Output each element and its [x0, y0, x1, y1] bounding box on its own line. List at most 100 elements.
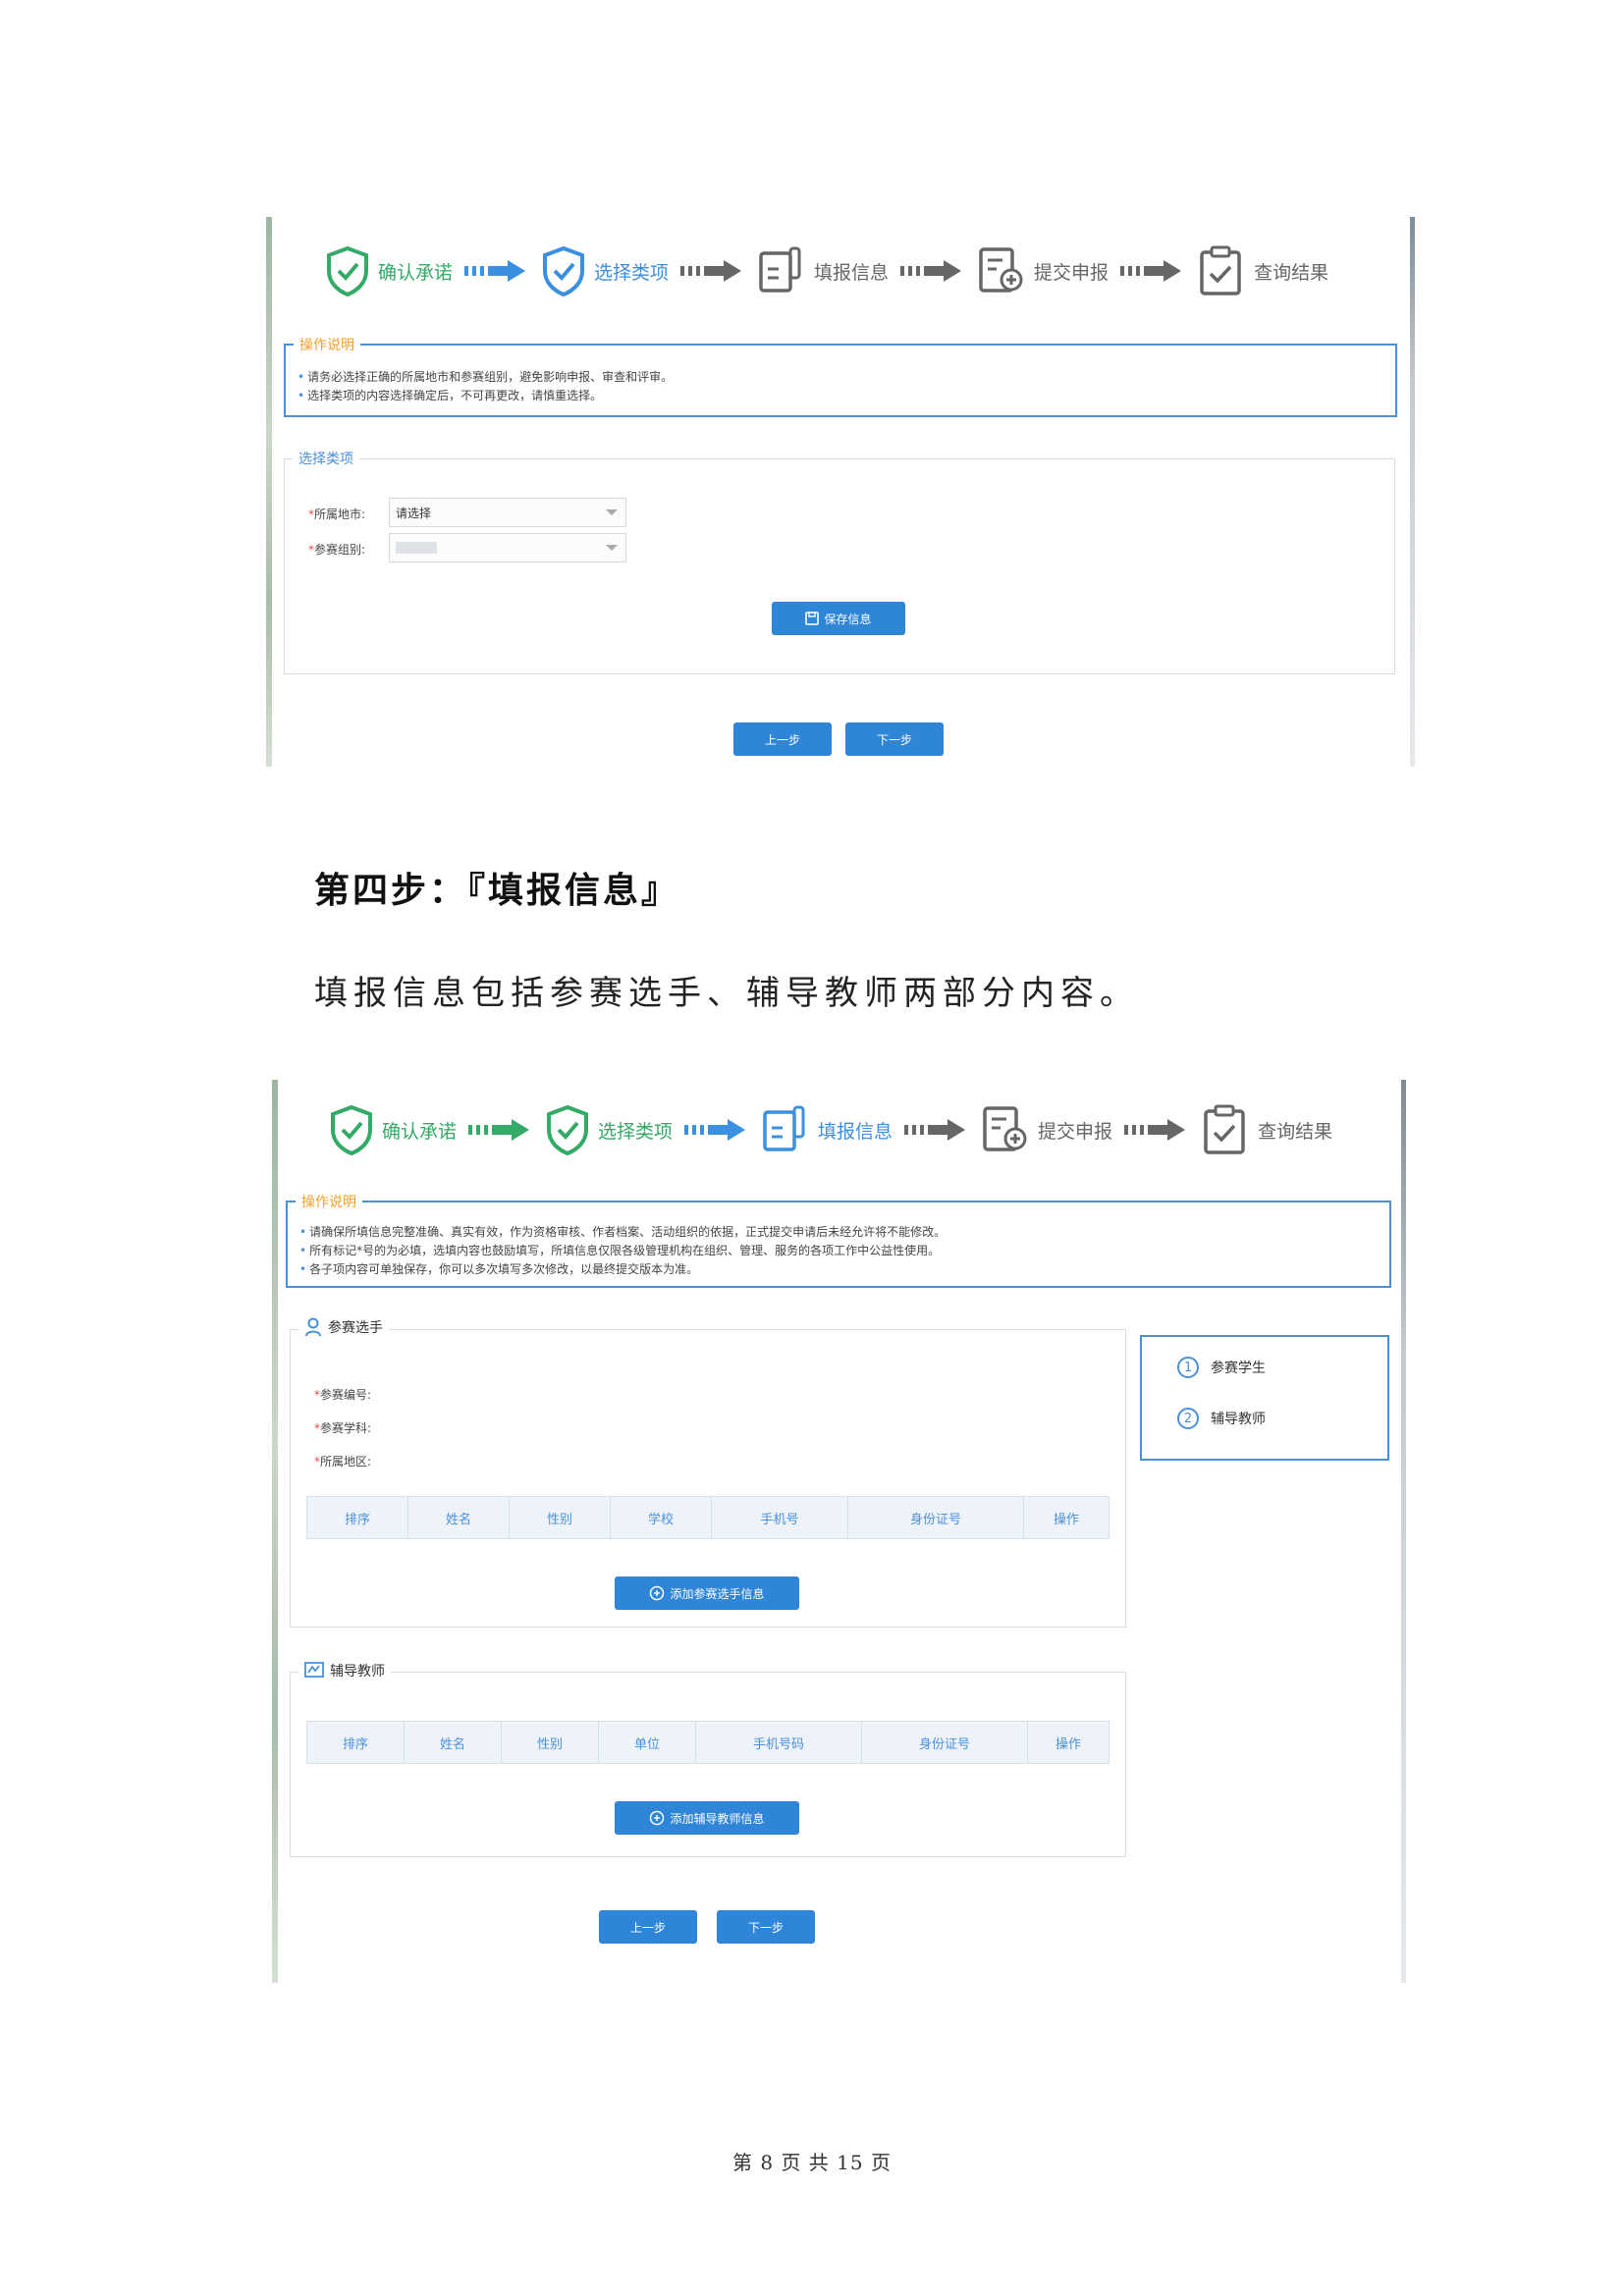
- step-number: 1: [1177, 1357, 1199, 1378]
- dashed-arrow-icon: [904, 1119, 966, 1141]
- column-header: 操作: [1023, 1496, 1110, 1539]
- select-category-section: 选择类项 *所属地市: 请选择 *参赛组别: 保存信息: [284, 449, 1395, 674]
- side-nav: 1 参赛学生 2 辅导教师: [1140, 1335, 1389, 1461]
- table-header-row: 排序 姓名 性别 学校 手机号 身份证号 操作: [306, 1496, 1110, 1539]
- screenshot-edge: [266, 217, 272, 767]
- step-submit: 提交申报: [981, 1104, 1112, 1155]
- add-teacher-button[interactable]: 添加辅导教师信息: [615, 1801, 799, 1835]
- document-add-icon: [979, 247, 1023, 293]
- column-header: 单位: [598, 1721, 696, 1764]
- contestant-table: 排序 姓名 性别 学校 手机号 身份证号 操作: [306, 1496, 1110, 1539]
- step-label: 提交申报: [1034, 261, 1110, 284]
- plus-circle-icon: [650, 1585, 665, 1601]
- prev-button[interactable]: 上一步: [733, 722, 832, 756]
- step-result: 查询结果: [1197, 244, 1328, 297]
- step-label: 确认承诺: [378, 261, 454, 284]
- teacher-table: 排序 姓名 性别 单位 手机号码 身份证号 操作: [306, 1721, 1110, 1764]
- column-header: 性别: [509, 1496, 611, 1539]
- page-footer: 第 8 页 共 15 页: [732, 2151, 892, 2174]
- instruction-item: • 所有标记*号的为必填，选填内容也鼓励填写，所填信息仅限各级管理机构在组织、管理…: [299, 1244, 941, 1257]
- teacher-title: 辅导教师: [304, 1661, 385, 1681]
- instructions-title: 操作说明: [301, 1195, 356, 1210]
- column-header: 身份证号: [861, 1721, 1028, 1764]
- progress-steps: 确认承诺 选择类项 填报信息 提交申报 查询结果: [329, 1103, 1406, 1156]
- step-select: 选择类项: [545, 1104, 673, 1155]
- group-label: *参赛组别:: [308, 543, 366, 557]
- column-header: 操作: [1027, 1721, 1110, 1764]
- step-label: 填报信息: [814, 261, 890, 284]
- instruction-item: • 各子项内容可单独保存，你可以多次填写多次修改，以最终提交版本为准。: [299, 1262, 699, 1276]
- side-nav-item-teachers[interactable]: 2 辅导教师: [1177, 1408, 1266, 1429]
- dashed-arrow-icon: [1124, 1119, 1186, 1141]
- column-header: 排序: [306, 1721, 405, 1764]
- column-header: 学校: [610, 1496, 712, 1539]
- step-label: 查询结果: [1254, 261, 1329, 284]
- column-header: 手机号: [711, 1496, 848, 1539]
- screenshot-edge: [272, 1080, 278, 1983]
- form-edit-icon: [763, 1105, 805, 1151]
- teacher-section: 辅导教师 排序 姓名 性别 单位 手机号码 身份证号 操作 添加辅导教师信息: [290, 1661, 1126, 1857]
- section-title: 选择类项: [298, 452, 353, 467]
- progress-steps: 确认承诺 选择类项 填报信息 提交申报 查询结果: [325, 244, 1415, 297]
- screenshot-select-category: 确认承诺 选择类项 填报信息 提交申报 查询结果 操作说明 • 请务必选择正确的…: [266, 217, 1415, 767]
- next-button[interactable]: 下一步: [717, 1910, 815, 1944]
- prev-button[interactable]: 上一步: [599, 1910, 697, 1944]
- step-heading: 第四步：『填报信息』: [314, 870, 680, 911]
- instruction-item: • 请务必选择正确的所属地市和参赛组别，避免影响申报、审查和评审。: [298, 370, 674, 384]
- group-select[interactable]: [389, 533, 626, 562]
- next-button[interactable]: 下一步: [845, 722, 944, 756]
- chevron-down-icon: [606, 545, 618, 551]
- instructions-box: 操作说明 • 请确保所填信息完整准确、真实有效，作为资格审核、作者档案、活动组织的…: [286, 1192, 1391, 1288]
- clipboard-check-icon: [1200, 245, 1241, 295]
- step-label: 选择类项: [598, 1120, 674, 1143]
- city-label: *所属地市:: [308, 507, 366, 521]
- shield-check-icon: [331, 1104, 372, 1155]
- step-confirm: 确认承诺: [325, 245, 453, 296]
- step-confirm: 确认承诺: [329, 1104, 457, 1155]
- save-button[interactable]: 保存信息: [772, 602, 905, 635]
- city-select[interactable]: 请选择: [389, 498, 626, 527]
- step-select: 选择类项: [541, 245, 669, 296]
- step-label: 确认承诺: [382, 1120, 458, 1143]
- column-header: 手机号码: [695, 1721, 862, 1764]
- dashed-arrow-icon: [680, 260, 742, 282]
- table-header-row: 排序 姓名 性别 单位 手机号码 身份证号 操作: [306, 1721, 1110, 1764]
- shield-check-icon: [327, 245, 368, 296]
- add-contestant-button[interactable]: 添加参赛选手信息: [615, 1576, 799, 1610]
- clipboard-check-icon: [1204, 1104, 1245, 1154]
- dashed-arrow-icon: [464, 260, 526, 282]
- screenshot-fill-info: 确认承诺 选择类项 填报信息 提交申报 查询结果 操作说明 • 请确保所填信息完…: [272, 1080, 1406, 1983]
- dashed-arrow-icon: [900, 260, 962, 282]
- step-label: 填报信息: [818, 1120, 893, 1143]
- step-paragraph: 填报信息包括参赛选手、辅导教师两部分内容。: [314, 974, 1139, 1013]
- step-label: 提交申报: [1038, 1120, 1113, 1143]
- dashed-arrow-icon: [1120, 260, 1182, 282]
- document-add-icon: [983, 1106, 1027, 1151]
- teacher-icon: [304, 1662, 324, 1678]
- contestant-id-label: *参赛编号:: [314, 1388, 372, 1402]
- instruction-item: • 请确保所填信息完整准确、真实有效，作为资格审核、作者档案、活动组织的依据，正式…: [299, 1225, 947, 1239]
- screenshot-edge: [1401, 1080, 1406, 1983]
- shield-check-icon: [547, 1104, 589, 1155]
- step-label: 选择类项: [594, 261, 670, 284]
- chevron-down-icon: [606, 509, 618, 515]
- dashed-arrow-icon: [684, 1119, 746, 1141]
- instructions-box: 操作说明 • 请务必选择正确的所属地市和参赛组别，避免影响申报、审查和评审。 • 选…: [284, 335, 1397, 417]
- side-nav-item-students[interactable]: 1 参赛学生: [1177, 1357, 1266, 1378]
- user-icon: [305, 1317, 321, 1337]
- shield-check-icon: [543, 245, 585, 296]
- contestant-section: 参赛选手 *参赛编号: *参赛学科: *所属地区: 排序 姓名 性别 学校 手机…: [290, 1317, 1126, 1628]
- column-header: 性别: [501, 1721, 599, 1764]
- dashed-arrow-icon: [468, 1119, 530, 1141]
- instructions-list: • 请确保所填信息完整准确、真实有效，作为资格审核、作者档案、活动组织的依据，正式…: [299, 1223, 946, 1279]
- column-header: 排序: [306, 1496, 408, 1539]
- blurred-value: [396, 542, 437, 554]
- step-label: 查询结果: [1258, 1120, 1333, 1143]
- step-fill: 填报信息: [761, 1104, 893, 1155]
- column-header: 姓名: [407, 1496, 510, 1539]
- contestant-subject-label: *参赛学科:: [314, 1421, 372, 1435]
- screenshot-edge: [1410, 217, 1415, 767]
- step-submit: 提交申报: [977, 245, 1109, 296]
- plus-circle-icon: [650, 1810, 665, 1826]
- save-icon: [805, 612, 820, 625]
